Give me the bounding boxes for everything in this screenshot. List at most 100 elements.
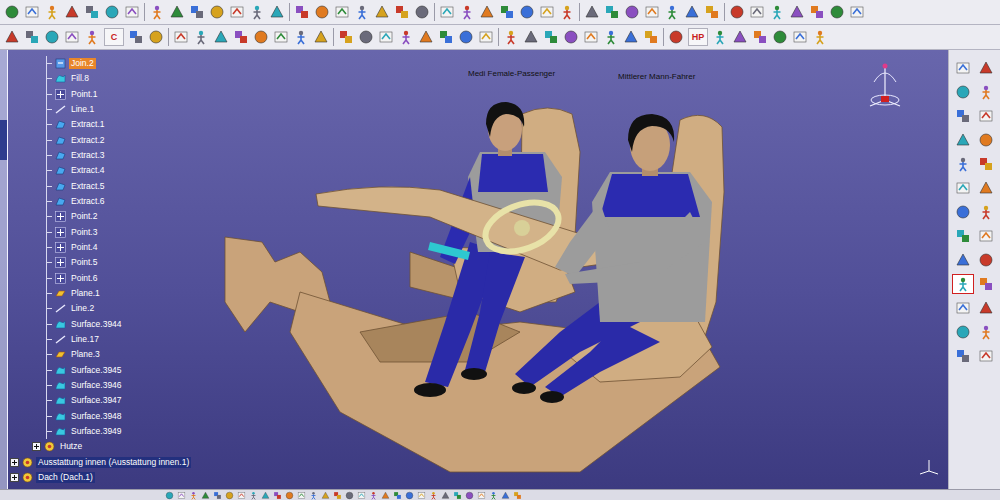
tree-scrollbar[interactable]: [0, 50, 8, 489]
tool-button[interactable]: [975, 346, 997, 366]
tool-icon[interactable]: [477, 491, 486, 500]
tool-icon[interactable]: [189, 491, 198, 500]
tool-button[interactable]: [975, 58, 997, 78]
tool-icon[interactable]: [955, 132, 971, 148]
tool-icon[interactable]: [664, 4, 680, 20]
tool-icon[interactable]: [809, 4, 825, 20]
tool-icon[interactable]: [313, 29, 329, 45]
tool-icon[interactable]: [978, 180, 994, 196]
tool-button[interactable]: [975, 274, 997, 294]
tree-item[interactable]: Surface.3946: [47, 378, 210, 393]
tool-button[interactable]: [952, 178, 974, 198]
tool-button[interactable]: [975, 202, 997, 222]
tool-icon[interactable]: [749, 4, 765, 20]
tree-item[interactable]: Extract.4: [47, 163, 210, 178]
tool-icon[interactable]: [309, 491, 318, 500]
tree-item[interactable]: Line.17: [47, 332, 210, 347]
tool-icon[interactable]: [955, 180, 971, 196]
tool-icon[interactable]: [829, 4, 845, 20]
tool-icon[interactable]: [668, 29, 684, 45]
tool-button[interactable]: [952, 346, 974, 366]
tool-icon[interactable]: [285, 491, 294, 500]
tool-icon[interactable]: [261, 491, 270, 500]
tool-icon[interactable]: [441, 491, 450, 500]
tree-item[interactable]: Surface.3947: [47, 393, 210, 408]
tool-button[interactable]: [975, 226, 997, 246]
tool-icon[interactable]: [769, 4, 785, 20]
tool-icon[interactable]: [84, 29, 100, 45]
tool-icon[interactable]: [978, 132, 994, 148]
tool-icon[interactable]: [978, 348, 994, 364]
tool-icon[interactable]: [955, 324, 971, 340]
tool-icon[interactable]: [644, 4, 660, 20]
tool-button[interactable]: [952, 82, 974, 102]
tool-icon[interactable]: [439, 4, 455, 20]
tool-button[interactable]: [952, 154, 974, 174]
tool-icon[interactable]: [273, 491, 282, 500]
tool-icon[interactable]: [978, 204, 994, 220]
tool-icon[interactable]: [772, 29, 788, 45]
tool-button[interactable]: [975, 154, 997, 174]
tool-icon[interactable]: [712, 29, 728, 45]
tool-icon[interactable]: [978, 276, 994, 292]
tree-item[interactable]: Line.2: [47, 301, 210, 316]
tool-icon[interactable]: [4, 29, 20, 45]
tool-icon[interactable]: [752, 29, 768, 45]
tool-icon[interactable]: [523, 29, 539, 45]
tree-item[interactable]: Fill.8: [47, 71, 210, 86]
tool-icon[interactable]: [955, 252, 971, 268]
tool-icon[interactable]: [124, 4, 140, 20]
tree-item[interactable]: Surface.3944: [47, 317, 210, 332]
tool-button[interactable]: [975, 178, 997, 198]
tree-item[interactable]: Extract.1: [47, 117, 210, 132]
tool-icon[interactable]: [453, 491, 462, 500]
tool-icon[interactable]: [44, 29, 60, 45]
tree-item[interactable]: Point.4: [47, 240, 210, 255]
tree-item[interactable]: Plane.3: [47, 347, 210, 362]
tool-icon[interactable]: [729, 4, 745, 20]
tool-icon[interactable]: [559, 4, 575, 20]
tool-icon[interactable]: [684, 4, 700, 20]
tool-icon[interactable]: [417, 491, 426, 500]
expand-toggle[interactable]: [10, 473, 19, 482]
tool-icon[interactable]: [955, 204, 971, 220]
tool-icon[interactable]: [24, 29, 40, 45]
tool-icon[interactable]: [584, 4, 600, 20]
tool-button[interactable]: [952, 274, 974, 294]
tool-icon[interactable]: [429, 491, 438, 500]
tool-icon[interactable]: [253, 29, 269, 45]
tool-icon[interactable]: [418, 29, 434, 45]
tool-icon[interactable]: [177, 491, 186, 500]
tool-icon[interactable]: [334, 4, 350, 20]
tool-icon[interactable]: [978, 156, 994, 172]
tool-icon[interactable]: [513, 491, 522, 500]
tool-button[interactable]: [952, 106, 974, 126]
tool-icon[interactable]: [489, 491, 498, 500]
tool-icon[interactable]: [213, 491, 222, 500]
tool-icon[interactable]: [459, 4, 475, 20]
tree-item[interactable]: Point.3: [47, 225, 210, 240]
tool-icon[interactable]: [978, 324, 994, 340]
tool-icon[interactable]: [64, 4, 80, 20]
tool-icon[interactable]: [955, 300, 971, 316]
tool-icon[interactable]: [501, 491, 510, 500]
tool-icon[interactable]: [225, 491, 234, 500]
tool-icon[interactable]: [519, 4, 535, 20]
tree-node[interactable]: Hutze: [10, 439, 210, 454]
tool-icon[interactable]: [294, 4, 310, 20]
tool-icon[interactable]: [374, 4, 390, 20]
tool-icon[interactable]: [479, 4, 495, 20]
tool-icon[interactable]: [732, 29, 748, 45]
tool-icon[interactable]: [378, 29, 394, 45]
tool-icon[interactable]: [24, 4, 40, 20]
tool-icon[interactable]: [381, 491, 390, 500]
tool-icon[interactable]: [955, 60, 971, 76]
tool-icon[interactable]: [314, 4, 330, 20]
tool-icon[interactable]: [333, 491, 342, 500]
car-interior-scene[interactable]: [0, 50, 948, 489]
tool-icon[interactable]: [84, 4, 100, 20]
viewport[interactable]: Medi Female-PassengerMittlerer Mann-Fahr…: [0, 50, 948, 489]
tool-icon[interactable]: [338, 29, 354, 45]
tool-icon[interactable]: [297, 491, 306, 500]
tool-icon[interactable]: [193, 29, 209, 45]
